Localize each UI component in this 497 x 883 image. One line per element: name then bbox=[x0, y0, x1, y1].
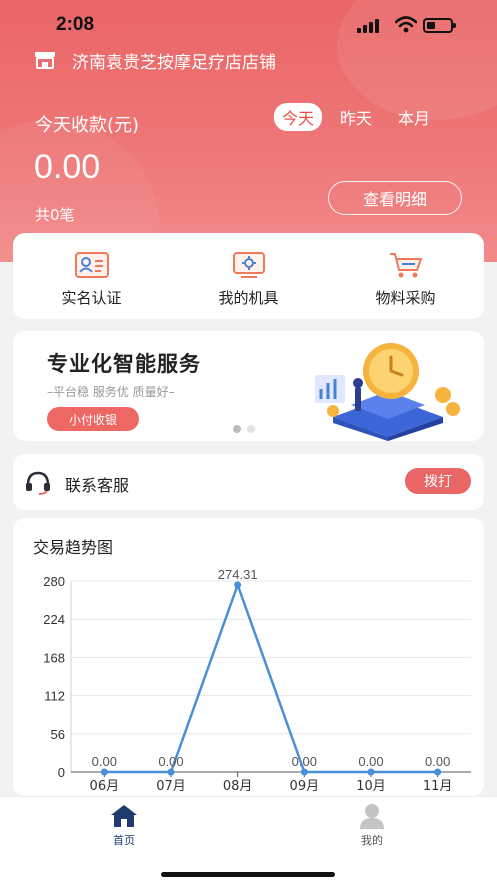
customer-service-label: 联系客服 bbox=[65, 476, 130, 495]
data-label: 274.31 bbox=[218, 567, 258, 582]
nav-mine-label: 我的 bbox=[361, 834, 383, 847]
data-point bbox=[300, 768, 308, 776]
quick-action-label: 物料采购 bbox=[375, 289, 436, 307]
x-tick-label: 06月 bbox=[90, 779, 120, 794]
data-label: 0.00 bbox=[425, 754, 450, 769]
data-point bbox=[234, 581, 242, 589]
quick-action-label: 我的机具 bbox=[218, 289, 279, 307]
x-tick-label: 11月 bbox=[423, 779, 453, 794]
trend-chart-card: 交易趋势图 0 56 112 168 224 280 06月 07月 08月 09月 10月 11月 0… bbox=[13, 518, 484, 796]
nav-home-label: 首页 bbox=[113, 834, 135, 847]
header-panel: 2:08 济南袁贵芝按摩足疗店店铺 今天收款(元) 今天 昨天 本月 0.00 … bbox=[0, 0, 497, 262]
y-tick-label: 168 bbox=[43, 650, 65, 665]
shopping-cart-icon bbox=[389, 253, 422, 278]
promo-banner[interactable]: 专业化智能服务 –平台稳 服务优 质量好– 小付收银 bbox=[13, 331, 484, 441]
quick-action-material-purchase[interactable]: 物料采购 bbox=[327, 233, 484, 319]
view-details-button[interactable]: 查看明细 bbox=[328, 181, 462, 215]
data-point bbox=[367, 768, 375, 776]
y-tick-label: 112 bbox=[44, 689, 65, 704]
store-icon bbox=[35, 52, 55, 69]
trend-line-chart: 0 56 112 168 224 280 06月 07月 08月 09月 10月 11月 0.00 0.0… bbox=[43, 567, 471, 794]
home-icon bbox=[111, 805, 137, 827]
tab-yesterday[interactable]: 昨天 bbox=[332, 103, 380, 131]
period-tabs: 今天 昨天 本月 bbox=[274, 103, 438, 131]
user-icon bbox=[360, 804, 384, 829]
data-label: 0.00 bbox=[292, 754, 317, 769]
y-tick-label: 224 bbox=[43, 612, 65, 627]
banner-title: 专业化智能服务 bbox=[47, 352, 201, 376]
quick-action-my-terminal[interactable]: 我的机具 bbox=[170, 233, 327, 319]
quick-actions-card: 实名认证 我的机具 物料采购 bbox=[13, 233, 484, 319]
id-card-icon bbox=[74, 252, 109, 278]
cellular-signal-icon bbox=[357, 19, 379, 33]
receipt-amount: 0.00 bbox=[34, 148, 101, 186]
status-time: 2:08 bbox=[56, 14, 95, 35]
headset-icon bbox=[26, 471, 50, 495]
x-tick-label: 10月 bbox=[356, 779, 386, 794]
battery-icon bbox=[423, 18, 456, 33]
clock-coins-illustration bbox=[315, 343, 460, 441]
receipt-title: 今天收款(元) bbox=[35, 115, 140, 136]
shop-name: 济南袁贵芝按摩足疗店店铺 bbox=[72, 52, 276, 73]
receipt-count: 共0笔 bbox=[35, 206, 75, 224]
x-tick-label: 09月 bbox=[290, 779, 320, 794]
pos-terminal-icon bbox=[232, 252, 265, 278]
bottom-navigation: 首页 我的 bbox=[0, 796, 497, 883]
data-label: 0.00 bbox=[158, 754, 183, 769]
wifi-icon bbox=[395, 16, 417, 33]
tab-this-month[interactable]: 本月 bbox=[390, 103, 438, 131]
status-bar: 2:08 bbox=[0, 0, 497, 44]
banner-subtitle: –平台稳 服务优 质量好– bbox=[47, 385, 175, 399]
y-tick-label: 56 bbox=[51, 727, 65, 742]
shop-header[interactable]: 济南袁贵芝按摩足疗店店铺 bbox=[34, 48, 276, 73]
quick-action-label: 实名认证 bbox=[61, 289, 122, 307]
banner-pagination bbox=[233, 425, 255, 433]
banner-dot[interactable] bbox=[233, 425, 241, 433]
quick-action-real-name[interactable]: 实名认证 bbox=[13, 233, 170, 319]
nav-home[interactable]: 首页 bbox=[94, 803, 154, 848]
series-line bbox=[104, 583, 438, 774]
customer-service-card: 联系客服 拨打 bbox=[13, 454, 484, 510]
banner-button[interactable]: 小付收银 bbox=[47, 407, 139, 431]
data-label: 0.00 bbox=[92, 754, 117, 769]
home-indicator bbox=[161, 872, 335, 877]
data-point bbox=[100, 768, 108, 776]
tab-today[interactable]: 今天 bbox=[274, 103, 323, 131]
call-button[interactable]: 拨打 bbox=[405, 468, 471, 494]
x-tick-label: 08月 bbox=[223, 779, 253, 794]
x-tick-label: 07月 bbox=[156, 779, 186, 794]
data-point bbox=[434, 768, 442, 776]
nav-mine[interactable]: 我的 bbox=[342, 803, 402, 848]
y-tick-label: 0 bbox=[58, 765, 65, 780]
data-label: 0.00 bbox=[358, 754, 383, 769]
banner-dot[interactable] bbox=[247, 425, 255, 433]
data-point bbox=[167, 768, 175, 776]
y-tick-label: 280 bbox=[43, 574, 65, 589]
